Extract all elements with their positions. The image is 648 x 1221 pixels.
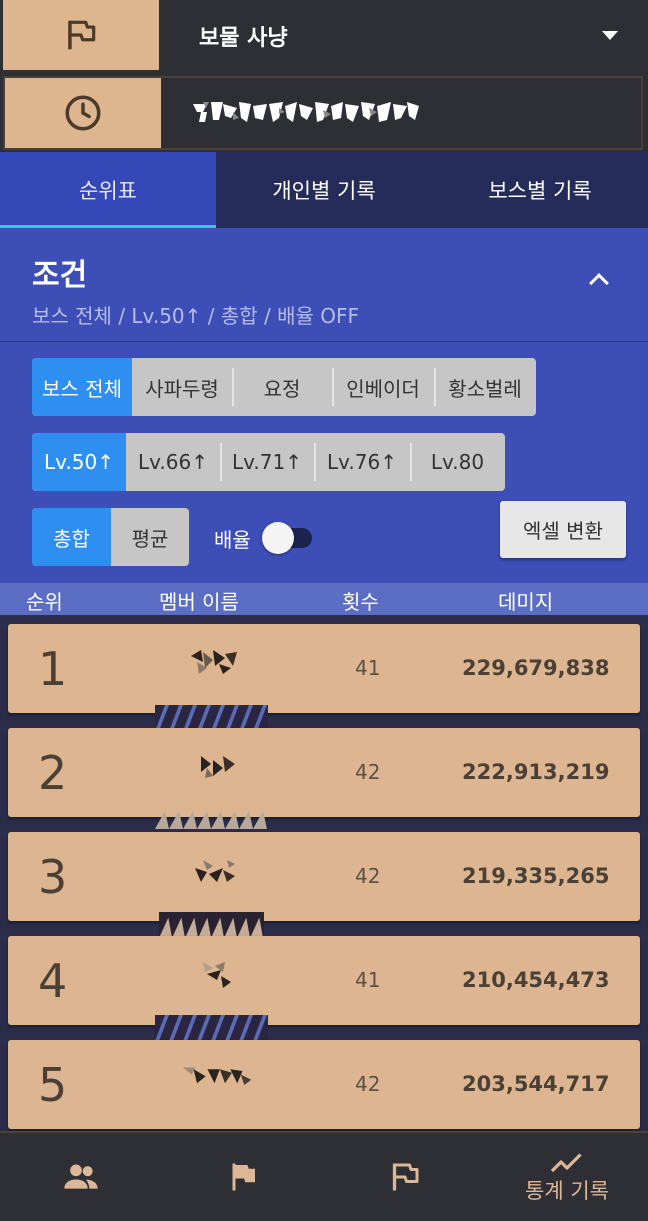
table-row[interactable]: 5 42 203,544,717 [8,1040,640,1129]
nav-statistics-label: 통계 기록 [525,1179,609,1203]
table-row[interactable]: 1 41 229,679,838 [8,624,640,713]
nav-members[interactable] [0,1133,162,1221]
boss-option-invader[interactable]: 인베이더 [332,358,434,416]
tab-boss-records[interactable]: 보스별 기록 [432,152,648,228]
header-member-name: 멤버 이름 [159,590,239,614]
tab-ranking[interactable]: 순위표 [0,152,216,228]
time-bar [0,72,648,152]
condition-title: 조건 [32,258,88,293]
damage-value: 222,913,219 [462,760,610,784]
damage-value: 229,679,838 [462,656,610,680]
app-title[interactable]: 보물 사냥 [199,20,288,52]
rank-number: 5 [38,1058,68,1112]
condition-panel: 조건 보스 전체 / Lv.50↑ / 총합 / 배율 OFF 보스 전체 사파… [0,228,648,583]
mode-filter: 총합 평균 [32,508,189,566]
attempt-count: 42 [355,760,381,784]
boss-option-fairy[interactable]: 요정 [232,358,332,416]
excel-export-button[interactable]: 엑셀 변환 [500,501,626,558]
flag-icon [232,1163,255,1191]
table-row[interactable]: 2 42 222,913,219 [8,728,640,817]
flag-icon-box[interactable] [3,0,159,70]
redacted-name-fragment [155,811,267,829]
damage-value: 219,335,265 [462,864,610,888]
nav-statistics[interactable]: 통계 기록 [486,1133,648,1221]
clock-icon [65,95,101,131]
level-filter: Lv.50↑ Lv.66↑ Lv.71↑ Lv.76↑ Lv.80 [32,433,505,491]
redacted-member-name [195,860,235,882]
attempt-count: 41 [355,656,381,680]
bottom-navigation: 통계 기록 [0,1131,648,1221]
nav-flag[interactable] [162,1133,324,1221]
condition-header[interactable]: 조건 보스 전체 / Lv.50↑ / 총합 / 배율 OFF [0,228,648,342]
redacted-member-name [203,962,231,988]
level-option-66[interactable]: Lv.66↑ [126,433,220,491]
caret-down-icon[interactable] [602,31,618,40]
redacted-name-fragment [155,1015,268,1041]
level-option-76[interactable]: Lv.76↑ [314,433,410,491]
multiplier-label: 배율 [214,528,251,552]
boss-filter: 보스 전체 사파두령 요정 인베이더 황소벌레 [32,358,536,416]
damage-value: 203,544,717 [462,1072,610,1096]
level-option-71[interactable]: Lv.71↑ [220,433,314,491]
table-row[interactable]: 4 41 210,454,473 [8,936,640,1025]
tab-personal-records[interactable]: 개인별 기록 [216,152,432,228]
table-row[interactable]: 3 42 219,335,265 [8,832,640,921]
flag-outline-icon [392,1163,419,1191]
title-bar: 보물 사냥 [0,0,648,72]
redacted-member-name [183,1067,252,1085]
mode-option-total[interactable]: 총합 [32,508,111,566]
level-option-50[interactable]: Lv.50↑ [32,433,126,491]
rank-number: 4 [38,954,68,1008]
boss-option-sapa[interactable]: 사파두령 [132,358,232,416]
mode-option-average[interactable]: 평균 [111,508,189,566]
redacted-member-name [201,756,235,778]
members-icon [64,1164,98,1189]
rank-number: 2 [38,746,68,800]
damage-value: 210,454,473 [462,968,610,992]
clock-icon-box[interactable] [5,78,161,148]
header-rank: 순위 [26,590,63,614]
ranking-list[interactable]: 1 41 229,679,838 2 42 222,913,219 3 42 2… [0,615,648,1131]
attempt-count: 41 [355,968,381,992]
condition-summary: 보스 전체 / Lv.50↑ / 총합 / 배율 OFF [32,304,360,328]
redacted-name-fragment [159,912,264,938]
tab-bar: 순위표 개인별 기록 보스별 기록 [0,152,648,228]
trend-line-icon [550,1153,582,1173]
nav-flag-outline[interactable] [324,1133,486,1221]
attempt-count: 42 [355,1072,381,1096]
rank-number: 3 [38,850,68,904]
boss-option-all[interactable]: 보스 전체 [32,358,132,416]
level-option-80[interactable]: Lv.80 [410,433,505,491]
header-count: 횟수 [342,590,379,614]
header-damage: 데미지 [498,590,554,614]
redacted-member-name [191,650,237,674]
rank-number: 1 [38,642,68,696]
chevron-up-icon[interactable] [589,273,609,293]
attempt-count: 42 [355,864,381,888]
boss-option-bull-bug[interactable]: 황소벌레 [434,358,536,416]
table-header: 순위 멤버 이름 횟수 데미지 [0,583,648,615]
multiplier-toggle[interactable] [262,522,294,554]
flag-outline-icon [68,20,96,50]
redacted-time-text [193,102,419,122]
